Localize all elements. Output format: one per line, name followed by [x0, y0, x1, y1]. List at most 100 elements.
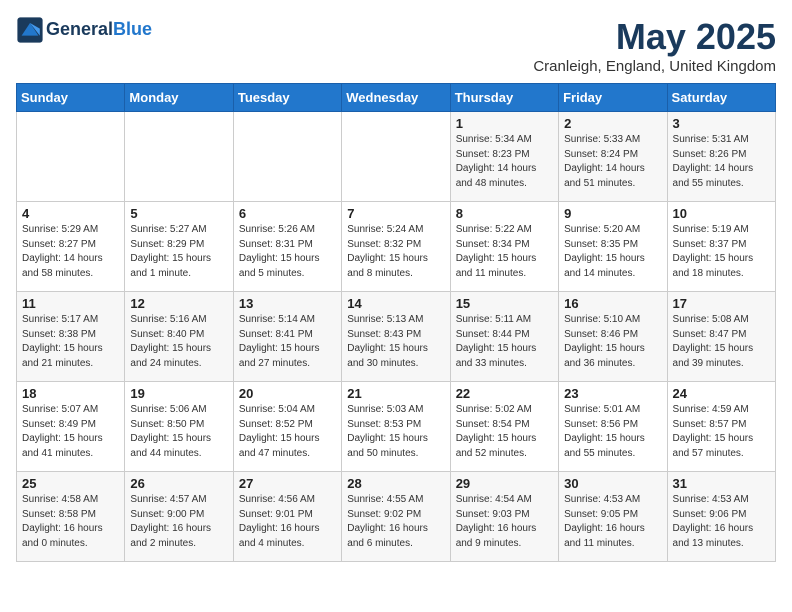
day-number: 14: [347, 296, 444, 311]
day-info: Sunrise: 5:24 AM Sunset: 8:32 PM Dayligh…: [347, 223, 444, 281]
day-number: 9: [564, 206, 661, 221]
day-number: 25: [22, 476, 119, 491]
calendar-cell: 12Sunrise: 5:16 AM Sunset: 8:40 PM Dayli…: [125, 292, 233, 382]
calendar-cell: 22 Sunrise: 5:02 AM Sunset: 8:54 PM Dayli…: [450, 382, 558, 472]
day-number: 3: [673, 116, 770, 131]
calendar-cell: 7 Sunrise: 5:24 AM Sunset: 8:32 PM Daylig…: [342, 202, 450, 292]
calendar-cell: 14 Sunrise: 5:13 AM Sunset: 8:43 PM Dayli…: [342, 292, 450, 382]
logo-text-general: GeneralBlue: [46, 20, 152, 40]
calendar-cell: 13 Sunrise: 5:14 AM Sunset: 8:41 PM Dayli…: [233, 292, 341, 382]
day-number: 6: [239, 206, 336, 221]
calendar-cell: 16 Sunrise: 5:10 AM Sunset: 8:46 PM Dayli…: [559, 292, 667, 382]
day-number: 1: [456, 116, 553, 131]
day-info: Sunrise: 5:08 AM Sunset: 8:47 PM Dayligh…: [673, 313, 770, 371]
day-info: Sunrise: 5:02 AM Sunset: 8:54 PM Dayligh…: [456, 403, 553, 461]
day-info: Sunrise: 5:20 AM Sunset: 8:35 PM Dayligh…: [564, 223, 661, 281]
weekday-header-thursday: Thursday: [450, 84, 558, 112]
calendar-cell: 23 Sunrise: 5:01 AM Sunset: 8:56 PM Dayli…: [559, 382, 667, 472]
weekday-header-tuesday: Tuesday: [233, 84, 341, 112]
calendar-cell: 31 Sunrise: 4:53 AM Sunset: 9:06 PM Dayli…: [667, 472, 775, 562]
day-info: Sunrise: 5:03 AM Sunset: 8:53 PM Dayligh…: [347, 403, 444, 461]
calendar-cell: 24 Sunrise: 4:59 AM Sunset: 8:57 PM Dayli…: [667, 382, 775, 472]
calendar-cell: 29Sunrise: 4:54 AM Sunset: 9:03 PM Dayli…: [450, 472, 558, 562]
calendar-cell: 2Sunrise: 5:33 AM Sunset: 8:24 PM Daylig…: [559, 112, 667, 202]
day-number: 24: [673, 386, 770, 401]
day-info: Sunrise: 4:57 AM Sunset: 9:00 PM Dayligh…: [130, 493, 227, 551]
calendar-cell: 8 Sunrise: 5:22 AM Sunset: 8:34 PM Daylig…: [450, 202, 558, 292]
calendar-cell: 30 Sunrise: 4:53 AM Sunset: 9:05 PM Dayli…: [559, 472, 667, 562]
calendar-cell: 10 Sunrise: 5:19 AM Sunset: 8:37 PM Dayli…: [667, 202, 775, 292]
calendar-cell: 25 Sunrise: 4:58 AM Sunset: 8:58 PM Dayli…: [17, 472, 125, 562]
day-info: Sunrise: 4:53 AM Sunset: 9:06 PM Dayligh…: [673, 493, 770, 551]
day-info: Sunrise: 5:29 AM Sunset: 8:27 PM Dayligh…: [22, 223, 119, 281]
location: Cranleigh, England, United Kingdom: [533, 58, 776, 75]
day-number: 20: [239, 386, 336, 401]
calendar-cell: 1 Sunrise: 5:34 AM Sunset: 8:23 PM Daylig…: [450, 112, 558, 202]
day-number: 8: [456, 206, 553, 221]
calendar-cell: [17, 112, 125, 202]
day-info: Sunrise: 5:22 AM Sunset: 8:34 PM Dayligh…: [456, 223, 553, 281]
weekday-header-row: SundayMondayTuesdayWednesdayThursdayFrid…: [17, 84, 776, 112]
day-number: 13: [239, 296, 336, 311]
title-block: May 2025 Cranleigh, England, United King…: [533, 16, 776, 75]
day-info: Sunrise: 5:34 AM Sunset: 8:23 PM Dayligh…: [456, 133, 553, 191]
calendar-week-row: 11 Sunrise: 5:17 AM Sunset: 8:38 PM Dayli…: [17, 292, 776, 382]
page-header: GeneralBlue May 2025 Cranleigh, England,…: [16, 16, 776, 75]
day-number: 5: [130, 206, 227, 221]
calendar-cell: [233, 112, 341, 202]
day-number: 7: [347, 206, 444, 221]
calendar-cell: 20 Sunrise: 5:04 AM Sunset: 8:52 PM Dayli…: [233, 382, 341, 472]
day-number: 15: [456, 296, 553, 311]
calendar-week-row: 4 Sunrise: 5:29 AM Sunset: 8:27 PM Daylig…: [17, 202, 776, 292]
calendar-cell: 21 Sunrise: 5:03 AM Sunset: 8:53 PM Dayli…: [342, 382, 450, 472]
day-number: 29: [456, 476, 553, 491]
day-info: Sunrise: 4:56 AM Sunset: 9:01 PM Dayligh…: [239, 493, 336, 551]
day-info: Sunrise: 5:13 AM Sunset: 8:43 PM Dayligh…: [347, 313, 444, 371]
day-number: 19: [130, 386, 227, 401]
calendar-cell: 11 Sunrise: 5:17 AM Sunset: 8:38 PM Dayli…: [17, 292, 125, 382]
day-info: Sunrise: 5:07 AM Sunset: 8:49 PM Dayligh…: [22, 403, 119, 461]
day-info: Sunrise: 5:04 AM Sunset: 8:52 PM Dayligh…: [239, 403, 336, 461]
calendar-cell: 4 Sunrise: 5:29 AM Sunset: 8:27 PM Daylig…: [17, 202, 125, 292]
day-number: 10: [673, 206, 770, 221]
day-number: 31: [673, 476, 770, 491]
logo: GeneralBlue: [16, 16, 152, 44]
weekday-header-wednesday: Wednesday: [342, 84, 450, 112]
day-number: 30: [564, 476, 661, 491]
day-info: Sunrise: 4:53 AM Sunset: 9:05 PM Dayligh…: [564, 493, 661, 551]
calendar-cell: 15Sunrise: 5:11 AM Sunset: 8:44 PM Dayli…: [450, 292, 558, 382]
day-info: Sunrise: 5:31 AM Sunset: 8:26 PM Dayligh…: [673, 133, 770, 191]
day-info: Sunrise: 4:59 AM Sunset: 8:57 PM Dayligh…: [673, 403, 770, 461]
calendar-week-row: 1 Sunrise: 5:34 AM Sunset: 8:23 PM Daylig…: [17, 112, 776, 202]
logo-icon: [16, 16, 44, 44]
calendar-table: SundayMondayTuesdayWednesdayThursdayFrid…: [16, 83, 776, 562]
calendar-cell: 5 Sunrise: 5:27 AM Sunset: 8:29 PM Daylig…: [125, 202, 233, 292]
day-info: Sunrise: 5:17 AM Sunset: 8:38 PM Dayligh…: [22, 313, 119, 371]
calendar-cell: 18Sunrise: 5:07 AM Sunset: 8:49 PM Dayli…: [17, 382, 125, 472]
day-number: 4: [22, 206, 119, 221]
day-number: 21: [347, 386, 444, 401]
day-info: Sunrise: 4:58 AM Sunset: 8:58 PM Dayligh…: [22, 493, 119, 551]
calendar-cell: 17Sunrise: 5:08 AM Sunset: 8:47 PM Dayli…: [667, 292, 775, 382]
day-number: 11: [22, 296, 119, 311]
day-info: Sunrise: 5:14 AM Sunset: 8:41 PM Dayligh…: [239, 313, 336, 371]
day-number: 23: [564, 386, 661, 401]
calendar-cell: 28Sunrise: 4:55 AM Sunset: 9:02 PM Dayli…: [342, 472, 450, 562]
day-info: Sunrise: 5:16 AM Sunset: 8:40 PM Dayligh…: [130, 313, 227, 371]
day-info: Sunrise: 5:27 AM Sunset: 8:29 PM Dayligh…: [130, 223, 227, 281]
day-info: Sunrise: 5:19 AM Sunset: 8:37 PM Dayligh…: [673, 223, 770, 281]
calendar-week-row: 25 Sunrise: 4:58 AM Sunset: 8:58 PM Dayli…: [17, 472, 776, 562]
day-number: 16: [564, 296, 661, 311]
day-number: 22: [456, 386, 553, 401]
day-info: Sunrise: 5:26 AM Sunset: 8:31 PM Dayligh…: [239, 223, 336, 281]
weekday-header-saturday: Saturday: [667, 84, 775, 112]
day-info: Sunrise: 5:10 AM Sunset: 8:46 PM Dayligh…: [564, 313, 661, 371]
day-number: 2: [564, 116, 661, 131]
calendar-cell: 9 Sunrise: 5:20 AM Sunset: 8:35 PM Daylig…: [559, 202, 667, 292]
weekday-header-friday: Friday: [559, 84, 667, 112]
calendar-cell: 19Sunrise: 5:06 AM Sunset: 8:50 PM Dayli…: [125, 382, 233, 472]
calendar-cell: 3 Sunrise: 5:31 AM Sunset: 8:26 PM Daylig…: [667, 112, 775, 202]
day-info: Sunrise: 5:01 AM Sunset: 8:56 PM Dayligh…: [564, 403, 661, 461]
weekday-header-sunday: Sunday: [17, 84, 125, 112]
day-info: Sunrise: 4:55 AM Sunset: 9:02 PM Dayligh…: [347, 493, 444, 551]
